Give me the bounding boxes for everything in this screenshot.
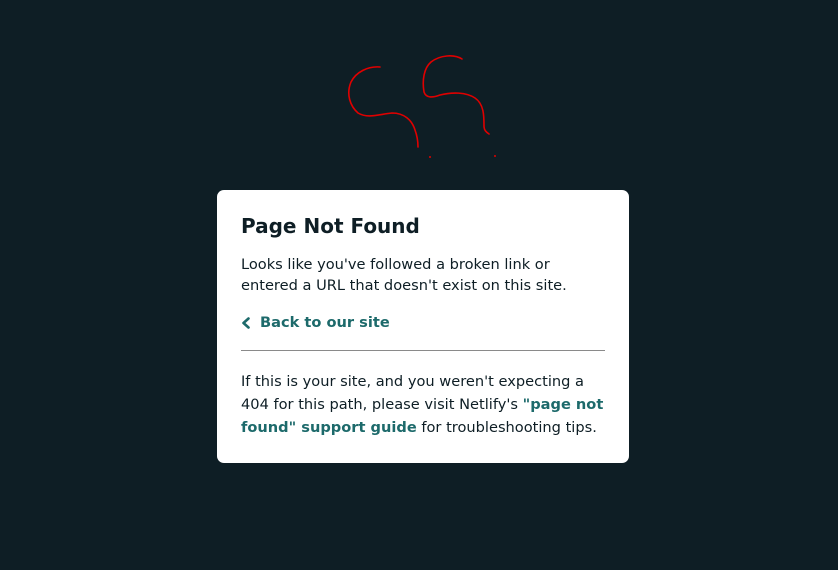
help-text: If this is your site, and you weren't ex… [241,370,613,439]
not-found-card: Page Not Found Looks like you've followe… [217,190,629,463]
help-text-after: for troubleshooting tips. [416,418,597,436]
chevron-left-icon [242,316,250,329]
back-link-label: Back to our site [260,314,390,331]
back-to-site-link[interactable]: Back to our site [241,314,390,331]
error-description: Looks like you've followed a broken link… [241,256,567,294]
page-title: Page Not Found [241,214,420,238]
divider [241,349,605,351]
